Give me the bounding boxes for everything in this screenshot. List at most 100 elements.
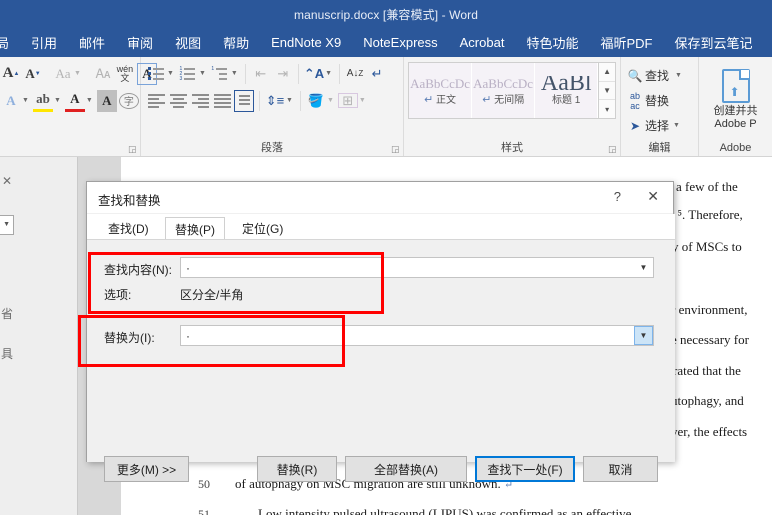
divider	[259, 90, 260, 111]
dialog-tabs[interactable]: 查找(D) 替换(P) 定位(G)	[87, 214, 675, 239]
chevron-down-icon[interactable]: ▼	[327, 97, 334, 104]
tab-special-features[interactable]: 特色功能	[515, 30, 589, 56]
increase-indent-icon[interactable]: ⇥	[273, 63, 293, 85]
tab-view[interactable]: 视图	[164, 30, 212, 56]
divider	[297, 63, 299, 84]
chevron-down-icon[interactable]: ▼	[22, 97, 29, 104]
dialog-title-bar: 查找和替换 ? ✕	[87, 182, 673, 214]
chevron-down-icon[interactable]: ▼	[231, 70, 238, 77]
clear-formatting-icon[interactable]: 🗛	[93, 63, 113, 85]
paragraph-dialog-launcher-icon[interactable]: ◲	[391, 145, 400, 154]
find-and-replace-dialog[interactable]: 查找和替换 ? ✕ 查找(D) 替换(P) 定位(G) 查找内容(N): · ▼…	[86, 181, 675, 482]
search-icon: 🔍	[627, 68, 643, 83]
tab-find[interactable]: 查找(D)	[99, 217, 158, 239]
create-share-pdf-icon[interactable]: ⬆	[721, 69, 750, 103]
font-color-icon[interactable]: A	[64, 90, 85, 112]
close-icon[interactable]: ✕	[2, 174, 12, 188]
word-window: manuscrip.docx [兼容模式] - Word 局 引用 邮件 审阅 …	[0, 0, 772, 515]
style-item-normal[interactable]: AaBbCcDc ↵ 正文	[409, 63, 473, 118]
text-effects-icon[interactable]: A	[1, 90, 21, 112]
cancel-button[interactable]: 取消	[583, 456, 658, 482]
style-item-no-spacing[interactable]: AaBbCcDc ↵ 无间隔	[472, 63, 536, 118]
replace-all-button[interactable]: 全部替换(A)	[345, 456, 467, 482]
tab-goto[interactable]: 定位(G)	[233, 217, 292, 239]
tab-acrobat[interactable]: Acrobat	[449, 32, 516, 54]
grow-font-icon[interactable]: A ▲	[1, 63, 21, 85]
chevron-down-icon[interactable]: ▼	[54, 97, 61, 104]
chevron-down-icon[interactable]: ▼	[325, 70, 332, 77]
navigation-pane: ✕ ▼ 省 具	[0, 157, 78, 515]
show-formatting-marks-icon[interactable]: ↵	[367, 63, 387, 85]
tab-foxit-pdf[interactable]: 福昕PDF	[589, 30, 663, 56]
navpane-dropdown[interactable]: ▼	[0, 215, 14, 235]
numbering-icon[interactable]: 123	[178, 63, 198, 85]
chevron-down-icon[interactable]: ▼	[675, 72, 682, 79]
character-shading-icon[interactable]: A	[96, 89, 117, 112]
text-highlight-color-icon[interactable]: ab	[32, 90, 53, 112]
enclose-characters-icon[interactable]: 字	[118, 92, 139, 109]
styles-gallery-scroll[interactable]: ▲ ▼ ▾	[598, 63, 615, 118]
align-left-icon[interactable]	[146, 90, 166, 112]
chevron-down-icon[interactable]: ▼	[359, 97, 366, 104]
chevron-down-icon[interactable]: ▼	[199, 70, 206, 77]
style-item-heading-1[interactable]: AaBl 标题 1	[535, 63, 599, 118]
distributed-icon[interactable]	[234, 89, 254, 112]
chevron-down-icon[interactable]: ▼	[286, 97, 293, 104]
chevron-down-icon[interactable]: ▼	[167, 70, 174, 77]
adobe-button-line2[interactable]: Adobe P	[714, 118, 756, 131]
styles-gallery[interactable]: AaBbCcDc ↵ 正文 AaBbCcDc ↵ 无间隔 AaBl 标题 1 ▲…	[408, 62, 616, 119]
styles-scroll-up-icon[interactable]: ▲	[599, 63, 615, 82]
align-right-icon[interactable]	[190, 90, 210, 112]
tab-noteexpress[interactable]: NoteExpress	[352, 32, 448, 54]
ribbon: A▲ A▼ Aa ▼ 🗛 wén文 A A ▼ ab ▼ A ▼	[0, 57, 772, 157]
line-spacing-icon[interactable]: ⇕≡	[265, 90, 285, 112]
tab-save-to-cloud-notes[interactable]: 保存到云笔记	[663, 30, 763, 56]
styles-more-icon[interactable]: ▾	[599, 100, 615, 118]
find-button[interactable]: 🔍 查找 ▼	[625, 63, 694, 88]
shrink-font-icon[interactable]: A ▼	[23, 63, 43, 85]
chevron-down-icon[interactable]: ▼	[86, 97, 93, 104]
doc-line: ver, the effects	[671, 424, 748, 439]
shading-icon[interactable]: 🪣	[306, 90, 326, 112]
font-dialog-launcher-icon[interactable]: ◲	[128, 145, 137, 154]
select-label: 选择	[645, 119, 670, 133]
decrease-indent-icon[interactable]: ⇤	[251, 63, 271, 85]
tab-endnote-x9[interactable]: EndNote X9	[260, 32, 352, 54]
borders-icon[interactable]: ⊞	[337, 93, 358, 108]
replace-button[interactable]: ab ac 替换	[625, 88, 694, 113]
options-value: 区分全/半角	[180, 288, 244, 302]
justify-icon[interactable]	[212, 90, 232, 112]
change-case-icon[interactable]: Aa	[53, 63, 73, 85]
chevron-down-icon[interactable]: ▼	[634, 258, 653, 277]
chevron-down-icon[interactable]: ▼	[74, 70, 81, 77]
tab-references[interactable]: 引用	[20, 30, 68, 56]
style-sample: AaBbCcDc	[473, 75, 534, 91]
select-button[interactable]: ➤ 选择 ▼	[625, 113, 694, 138]
ribbon-group-paragraph: ▼ 123 ▼ 1 ▼ ⇤ ⇥ ⌃A ▼ A↓ Z ↵ ⇕≡ ▼ 🪣 ▼ ⊞ ▼…	[141, 57, 404, 156]
styles-dialog-launcher-icon[interactable]: ◲	[608, 145, 617, 154]
find-next-button[interactable]: 查找下一处(F)	[475, 456, 575, 482]
tab-mailings[interactable]: 邮件	[68, 30, 116, 56]
replace-button[interactable]: 替换(R)	[257, 456, 337, 482]
multilevel-list-icon[interactable]: 1	[210, 63, 230, 85]
more-button[interactable]: 更多(M) >>	[104, 456, 189, 482]
close-icon[interactable]: ✕	[647, 188, 659, 205]
chevron-down-icon[interactable]: ▼	[634, 326, 653, 345]
sort-az-icon[interactable]: A↓ Z	[345, 63, 365, 85]
tab-review[interactable]: 审阅	[116, 30, 164, 56]
align-center-icon[interactable]	[168, 90, 188, 112]
bullets-icon[interactable]	[146, 63, 166, 85]
adobe-button-line1[interactable]: 创建并共	[714, 105, 758, 118]
title-bar: manuscrip.docx [兼容模式] - Word	[0, 0, 772, 28]
replace-with-input[interactable]: · ▼	[180, 325, 654, 346]
help-icon[interactable]: ?	[614, 189, 621, 204]
chevron-down-icon[interactable]: ▼	[673, 122, 680, 129]
tab-clipped[interactable]: 局	[0, 30, 20, 56]
styles-scroll-down-icon[interactable]: ▼	[599, 82, 615, 101]
find-what-input[interactable]: · ▼	[180, 257, 654, 278]
sort-icon[interactable]: ⌃A	[304, 63, 324, 85]
tab-help[interactable]: 帮助	[212, 30, 260, 56]
phonetic-guide-icon[interactable]: wén 文	[115, 63, 135, 85]
ribbon-tab-strip[interactable]: 局 引用 邮件 审阅 视图 帮助 EndNote X9 NoteExpress …	[0, 28, 772, 57]
tab-replace[interactable]: 替换(P)	[165, 217, 225, 239]
